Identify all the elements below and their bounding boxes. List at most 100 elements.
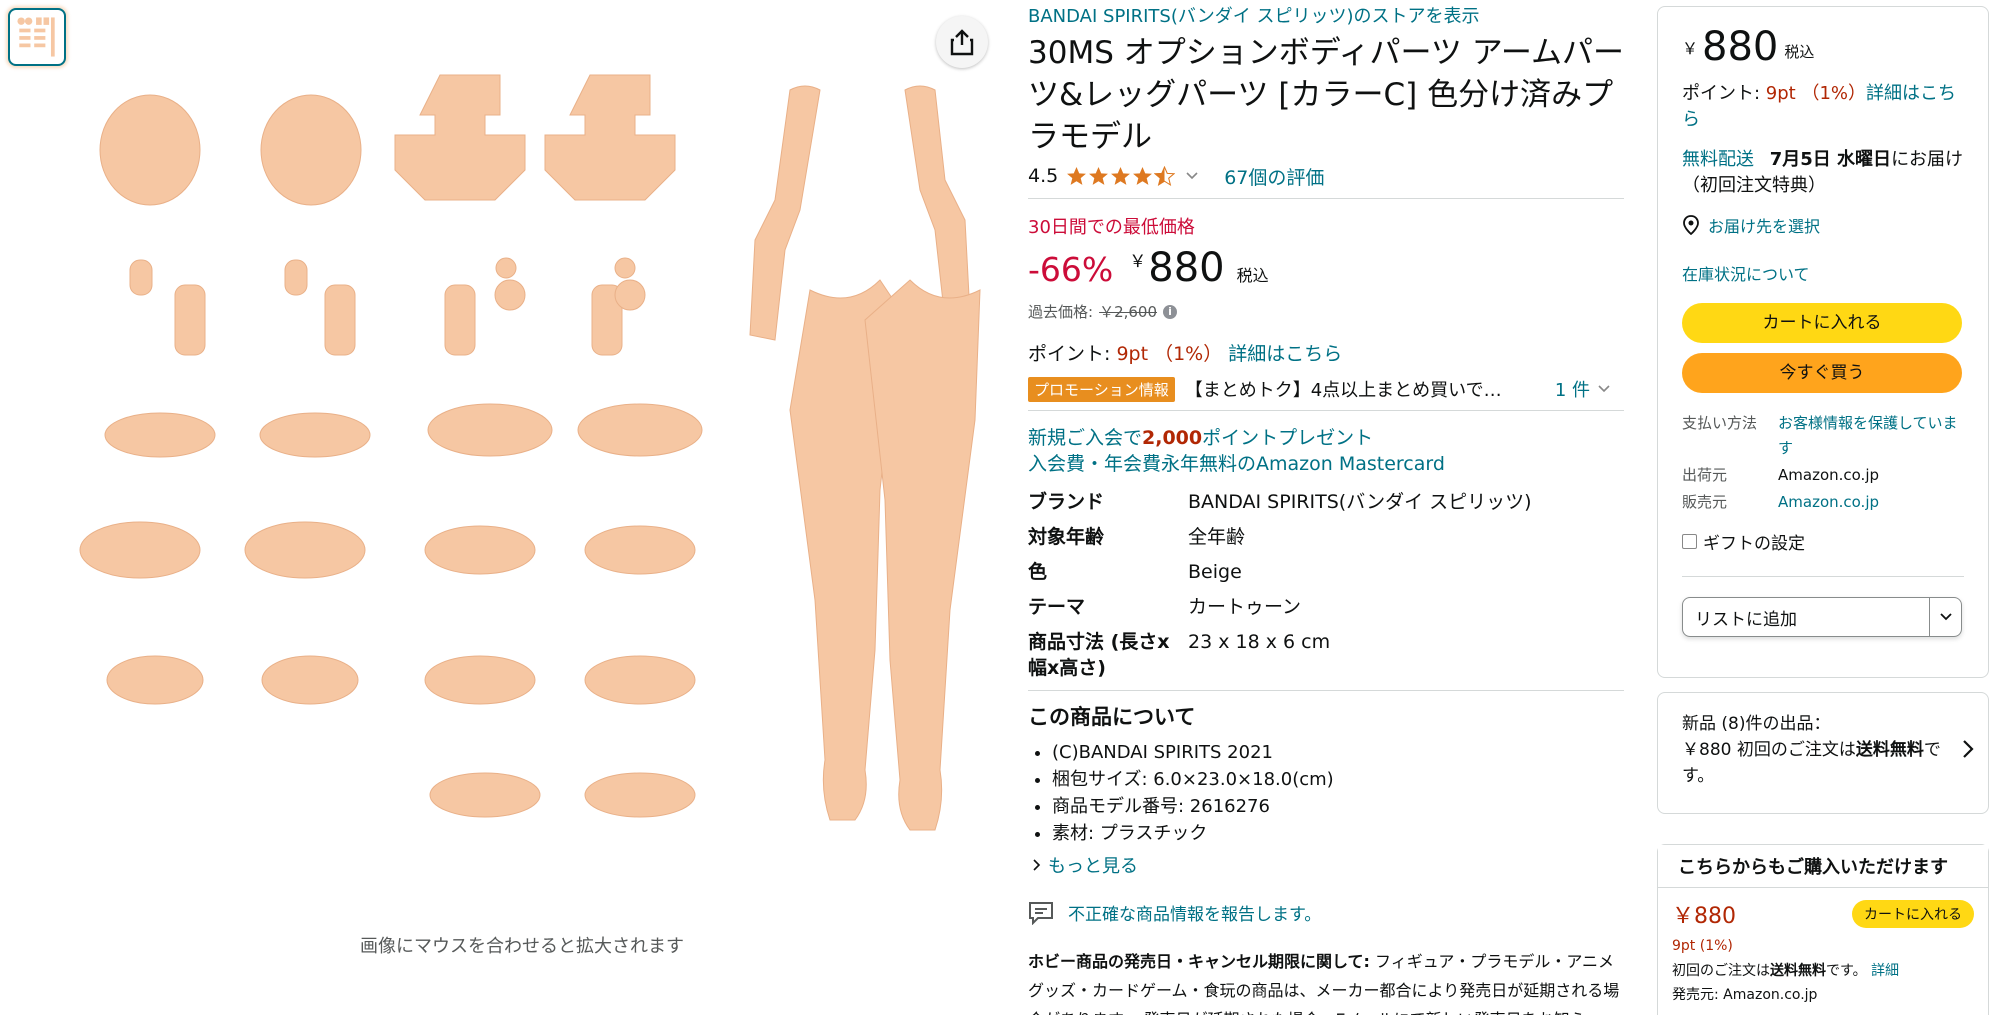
hand-part: [429, 772, 541, 818]
star-icon: [1089, 166, 1109, 185]
buybox-price: ￥ 880 税込: [1682, 25, 1964, 69]
divider: [1028, 690, 1624, 691]
promo-count[interactable]: 1 件: [1555, 376, 1590, 402]
about-bullets: (C)BANDAI SPIRITS 2021 梱包サイズ: 6.0×23.0×1…: [1052, 739, 1624, 847]
offer-seller: 発売元: Amazon.co.jp: [1672, 984, 1974, 1004]
spec-key: 色: [1028, 561, 1048, 583]
offer-seller-label: 発売元:: [1672, 987, 1719, 1003]
discount-percent: -66%: [1028, 250, 1114, 289]
price-value: 880: [1148, 245, 1225, 291]
other-sellers-title: こちらからもご購入いただけます: [1658, 845, 1988, 888]
offers-price: ￥880: [1682, 740, 1732, 760]
hand-part: [259, 412, 371, 458]
add-to-cart-button[interactable]: カートに入れる: [1682, 303, 1962, 343]
offer-details-link[interactable]: 詳細: [1871, 963, 1899, 979]
delivery-location[interactable]: お届け先を選択: [1682, 213, 1964, 237]
offer-text: 初回のご注文は: [1672, 963, 1770, 979]
hand-part: [424, 525, 536, 575]
seller-key: 販売元: [1682, 493, 1728, 511]
signup-text: 新規ご入会で: [1028, 427, 1143, 449]
promo-row[interactable]: プロモーション情報 【まとめトク】4点以上まとめ買いで… 1 件: [1028, 376, 1624, 402]
gift-checkbox[interactable]: [1682, 534, 1697, 549]
spec-key: テーマ: [1028, 596, 1086, 618]
offers-free-shipping: 送料無料: [1855, 740, 1924, 760]
offer-points: 9pt (1%): [1672, 938, 1733, 954]
product-main-image[interactable]: [70, 60, 1010, 890]
zoom-hint: 画像にマウスを合わせると拡大されます: [360, 936, 684, 957]
hip-part: [544, 74, 676, 201]
offers-count: 新品 (8)件の出品：: [1682, 714, 1831, 734]
price-row: -66% ￥ 880 税込: [1028, 245, 1624, 291]
spec-value: 23 x 18 x 6 cm: [1188, 631, 1331, 653]
store-link[interactable]: BANDAI SPIRITS(バンダイ スピリッツ)のストアを表示: [1028, 4, 1624, 30]
list-item: 素材: プラスチック: [1052, 820, 1624, 847]
offer-text: です。: [1826, 963, 1867, 979]
signup-line2[interactable]: 入会費・年会費永年無料のAmazon Mastercard: [1028, 451, 1624, 477]
add-to-list-button[interactable]: リストに追加: [1682, 597, 1962, 637]
price-tax: 税込: [1784, 43, 1815, 61]
spec-row: 対象年齢 全年齢: [1028, 524, 1624, 550]
hand-part: [427, 403, 553, 457]
chevron-right-icon: [1033, 859, 1041, 871]
chevron-down-icon[interactable]: [1598, 385, 1610, 393]
promo-badge: プロモーション情報: [1028, 376, 1175, 402]
seller-row: 販売元 Amazon.co.jp: [1682, 490, 1964, 515]
price-currency: ￥: [1129, 252, 1147, 272]
delivery-date: 7月5日 水曜日: [1769, 149, 1892, 170]
payment-row: 支払い方法 お客様情報を保護しています: [1682, 411, 1964, 461]
hand-part: [424, 655, 536, 705]
spec-row: テーマ カートゥーン: [1028, 594, 1624, 620]
spec-table: ブランド BANDAI SPIRITS(バンダイ スピリッツ) 対象年齢 全年齢 色…: [1028, 489, 1624, 681]
product-thumbnail[interactable]: [8, 8, 66, 66]
free-delivery-link[interactable]: 無料配送: [1682, 149, 1754, 170]
buy-now-button[interactable]: 今すぐ買う: [1682, 353, 1962, 393]
shipper-value: Amazon.co.jp: [1778, 466, 1880, 484]
chevron-down-icon[interactable]: [1186, 172, 1198, 180]
location-label: お届け先を選択: [1708, 217, 1821, 236]
rating-score: 4.5: [1028, 165, 1059, 187]
report-link[interactable]: 不正確な商品情報を報告します。: [1028, 900, 1624, 925]
points-details-link[interactable]: 詳細はこちら: [1228, 343, 1342, 365]
price-value: 880: [1702, 24, 1779, 70]
gift-label: ギフトの設定: [1703, 534, 1805, 554]
star-icon: [1067, 166, 1087, 185]
seller-link[interactable]: Amazon.co.jp: [1778, 490, 1964, 515]
gift-option[interactable]: ギフトの設定: [1682, 529, 1964, 554]
list-dropdown-toggle[interactable]: [1929, 598, 1961, 636]
chevron-right-icon: [1963, 740, 1974, 758]
points-label: ポイント:: [1682, 83, 1766, 104]
stock-link[interactable]: 在庫状況について: [1682, 261, 1964, 285]
points-value: 9pt （1%）: [1765, 83, 1867, 104]
spec-key: ブランド: [1028, 491, 1105, 513]
price-currency: ￥: [1682, 39, 1699, 58]
offers-price-line: ￥880 初回のご注文は送料無料です。: [1682, 737, 1964, 789]
about-title: この商品について: [1028, 705, 1196, 729]
feedback-icon: [1029, 901, 1053, 925]
card-signup-promo[interactable]: 新規ご入会で2,000ポイントプレゼント 入会費・年会費永年無料のAmazon …: [1028, 425, 1624, 477]
promo-text[interactable]: 【まとめトク】4点以上まとめ買いで…: [1185, 376, 1549, 402]
rating-count-link[interactable]: 67個の評価: [1224, 163, 1324, 190]
new-offers-box[interactable]: 新品 (8)件の出品： ￥880 初回のご注文は送料無料です。: [1657, 692, 1989, 814]
divider: [1028, 198, 1624, 199]
spec-value: Beige: [1188, 561, 1242, 583]
rating-row: 4.5 67個の評価: [1028, 162, 1624, 190]
star-rating[interactable]: [1066, 165, 1176, 187]
delivery-info: 無料配送 7月5日 水曜日にお届け（初回注文特典）: [1682, 147, 1964, 199]
info-icon[interactable]: i: [1163, 304, 1178, 319]
spec-value: 全年齢: [1188, 526, 1246, 548]
buybox-points: ポイント: 9pt （1%）詳細はこちら: [1682, 81, 1964, 133]
buy-box: ￥ 880 税込 ポイント: 9pt （1%）詳細はこちら 無料配送 7月5日 …: [1657, 6, 1989, 678]
spec-row: ブランド BANDAI SPIRITS(バンダイ スピリッツ): [1028, 489, 1624, 515]
list-item: 梱包サイズ: 6.0×23.0×18.0(cm): [1052, 766, 1624, 793]
divider: [1028, 410, 1624, 411]
spec-value: BANDAI SPIRITS(バンダイ スピリッツ): [1188, 491, 1532, 513]
star-icon: [1111, 166, 1131, 185]
other-seller-offer: ￥880 カートに入れる 9pt (1%) 初回のご注文は送料無料です。 詳細 …: [1658, 888, 1988, 1014]
offer-add-to-cart-button[interactable]: カートに入れる: [1852, 900, 1974, 928]
spec-row: 商品寸法 (長さx幅x高さ) 23 x 18 x 6 cm: [1028, 629, 1624, 681]
see-more-link[interactable]: もっと見る: [1028, 852, 1624, 878]
points-row: ポイント: 9pt （1%） 詳細はこちら: [1028, 339, 1624, 366]
payment-link[interactable]: お客様情報を保護しています: [1778, 411, 1964, 461]
hand-part: [584, 655, 696, 705]
hand-part: [244, 521, 366, 579]
